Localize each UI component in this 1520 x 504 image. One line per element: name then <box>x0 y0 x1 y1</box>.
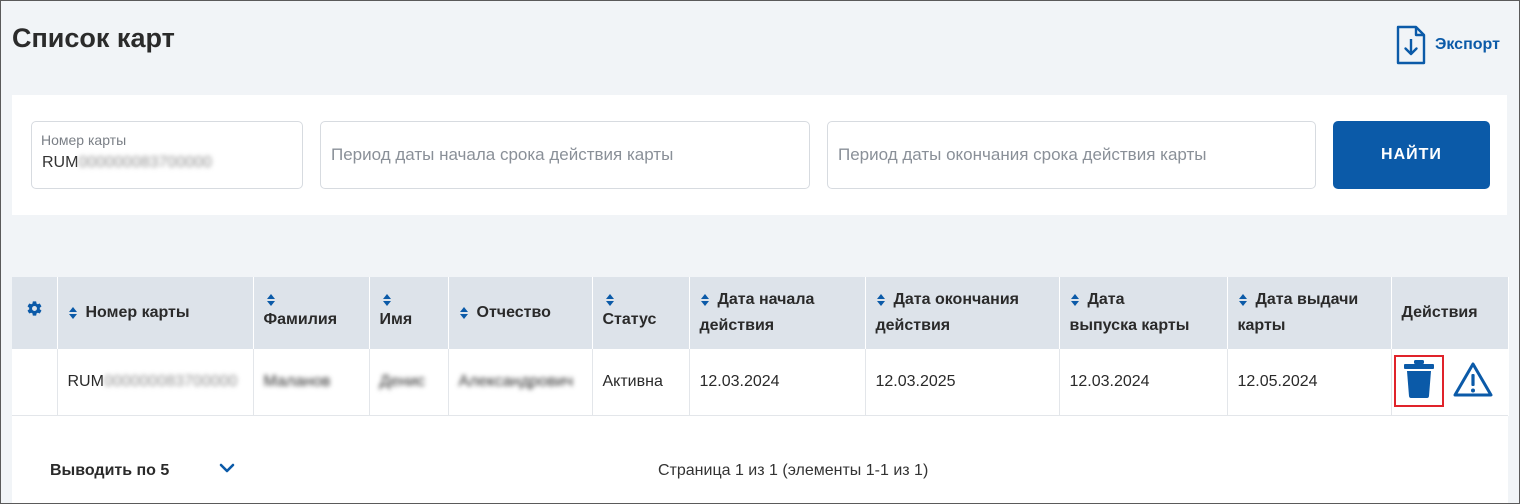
header-issue-date[interactable]: Дата выпуска карты <box>1059 277 1228 349</box>
cell-status: Активна <box>592 349 690 416</box>
sort-icon <box>459 307 468 319</box>
period-end-placeholder: Период даты окончания срока действия кар… <box>838 145 1207 164</box>
cell-issue-date: 12.03.2024 <box>1059 349 1228 416</box>
card-list-page: Список карт Экспорт Номер карты RUM00000… <box>0 0 1520 504</box>
period-end-field[interactable]: Период даты окончания срока действия кар… <box>827 121 1316 189</box>
pagination-bar: Выводить по 5 Страница 1 из 1 (элементы … <box>12 416 1508 503</box>
period-start-field[interactable]: Период даты начала срока действия карты <box>320 121 810 189</box>
header-status[interactable]: Статус <box>592 277 690 349</box>
sort-icon <box>266 294 275 306</box>
cell-patronymic: Александрович <box>448 349 593 416</box>
cell-start-date: 12.03.2024 <box>689 349 866 416</box>
warning-triangle-icon <box>1452 362 1494 403</box>
cell-delivery-date: 12.05.2024 <box>1227 349 1392 416</box>
gear-icon[interactable] <box>26 301 43 321</box>
search-button[interactable]: НАЙТИ <box>1333 121 1490 189</box>
chevron-down-icon[interactable] <box>219 461 235 479</box>
sort-icon <box>1070 294 1079 306</box>
export-button[interactable]: Экспорт <box>1395 24 1500 66</box>
header-last-name[interactable]: Фамилия <box>253 277 370 349</box>
page-title: Список карт <box>12 23 175 53</box>
cell-last-name: Маланов <box>253 349 370 416</box>
masked-card-digits: 000000083700000 <box>78 154 212 171</box>
sort-icon <box>605 294 614 306</box>
header-first-name[interactable]: Имя <box>369 277 449 349</box>
column-settings-header[interactable] <box>12 277 58 349</box>
period-start-placeholder: Период даты начала срока действия карты <box>331 145 674 164</box>
warning-button[interactable] <box>1452 361 1494 404</box>
trash-icon <box>1402 359 1436 404</box>
header-actions: Действия <box>1391 277 1509 349</box>
masked-card-digits: 000000083700000 <box>103 372 238 390</box>
export-label: Экспорт <box>1435 36 1500 53</box>
sort-icon <box>876 294 885 306</box>
cell-actions <box>1391 349 1508 416</box>
cards-table: Номер карты Фамилия Имя Отчество Статус … <box>12 277 1509 416</box>
sort-icon <box>68 307 77 319</box>
sort-icon <box>1238 294 1247 306</box>
header-patronymic[interactable]: Отчество <box>448 277 593 349</box>
card-number-field[interactable]: Номер карты RUM000000083700000 <box>31 121 303 189</box>
cell-card-number: RUM000000083700000 <box>57 349 254 416</box>
card-number-value[interactable]: RUM000000083700000 <box>42 154 212 172</box>
cell-end-date: 12.03.2025 <box>865 349 1060 416</box>
sort-icon <box>700 294 709 306</box>
table-header-row: Номер карты Фамилия Имя Отчество Статус … <box>12 277 1509 349</box>
header-card-number[interactable]: Номер карты <box>57 277 254 349</box>
file-download-icon <box>1395 24 1427 66</box>
page-size-select[interactable]: Выводить по 5 <box>50 462 169 480</box>
cell-first-name: Денис <box>369 349 449 416</box>
delete-button[interactable] <box>1393 355 1444 407</box>
header-delivery-date[interactable]: Дата выдачи карты <box>1227 277 1392 349</box>
row-select-cell <box>12 349 58 416</box>
table-row[interactable]: RUM000000083700000 Маланов Денис Алексан… <box>12 349 1508 416</box>
filter-panel: Номер карты RUM000000083700000 Период да… <box>12 95 1507 215</box>
header-start-date[interactable]: Дата начала действия <box>689 277 866 349</box>
header-end-date[interactable]: Дата окончания действия <box>865 277 1060 349</box>
sort-icon <box>382 294 391 306</box>
card-number-label: Номер карты <box>41 132 127 148</box>
page-info: Страница 1 из 1 (элементы 1-1 из 1) <box>658 462 929 479</box>
